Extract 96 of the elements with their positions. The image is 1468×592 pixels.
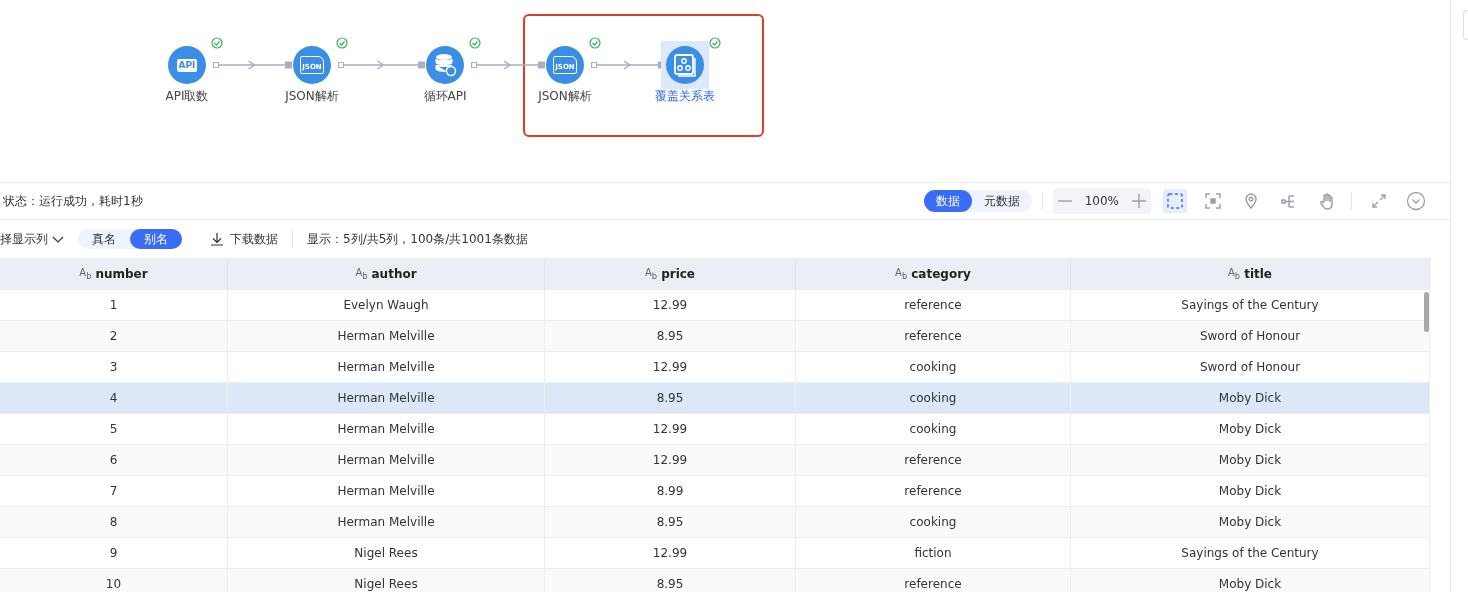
table-cell: cooking bbox=[796, 352, 1071, 382]
table-cell: 12.99 bbox=[545, 445, 796, 475]
node-label: JSON解析 bbox=[283, 88, 340, 105]
table-cell: 8.99 bbox=[545, 476, 796, 506]
table-cell: Sword of Honour bbox=[1071, 352, 1430, 382]
table-row[interactable]: 8 Herman Melville 8.95 cooking Moby Dick bbox=[0, 507, 1430, 538]
column-picker-dropdown[interactable]: 择显示列 bbox=[0, 230, 64, 248]
table-cell: Herman Melville bbox=[228, 321, 545, 351]
table-row[interactable]: 5 Herman Melville 12.99 cooking Moby Dick bbox=[0, 414, 1430, 445]
table-cell: 10 bbox=[0, 569, 228, 592]
table-cell: Nigel Rees bbox=[228, 569, 545, 592]
table-row[interactable]: 6 Herman Melville 12.99 reference Moby Dick bbox=[0, 445, 1430, 476]
table-cell: 12.99 bbox=[545, 538, 796, 568]
table-cell: cooking bbox=[796, 414, 1071, 444]
table-cell: reference bbox=[796, 445, 1071, 475]
table-cell: Moby Dick bbox=[1071, 507, 1430, 537]
table-cell: reference bbox=[796, 290, 1071, 320]
table-cell: Moby Dick bbox=[1071, 445, 1430, 475]
column-name: number bbox=[95, 267, 148, 281]
table-cell: Herman Melville bbox=[228, 383, 545, 413]
table-cell: 8.95 bbox=[545, 321, 796, 351]
table-cell: 12.99 bbox=[545, 352, 796, 382]
table-row[interactable]: 3 Herman Melville 12.99 cooking Sword of Honour bbox=[0, 352, 1430, 383]
table-row[interactable]: 4 Herman Melville 8.95 cooking Moby Dick bbox=[0, 383, 1430, 414]
table-cell: reference bbox=[796, 321, 1071, 351]
table-cell: cooking bbox=[796, 383, 1071, 413]
column-name: title bbox=[1244, 267, 1272, 281]
table-cell: Moby Dick bbox=[1071, 383, 1430, 413]
scrollbar-thumb[interactable] bbox=[1424, 292, 1429, 332]
flow-node[interactable] bbox=[661, 41, 709, 89]
fullscreen-icon[interactable] bbox=[1370, 192, 1388, 210]
fit-icon bbox=[1204, 192, 1222, 210]
table-cell: 8 bbox=[0, 507, 228, 537]
table-cell: Herman Melville bbox=[228, 445, 545, 475]
table-row[interactable]: 7 Herman Melville 8.99 reference Moby Dick bbox=[0, 476, 1430, 507]
table-cell: Sayings of the Century bbox=[1071, 538, 1430, 568]
node-label: 覆盖关系表 bbox=[654, 88, 716, 105]
text-type-icon: A$_{b}$ bbox=[355, 267, 368, 281]
api-icon: API bbox=[176, 58, 198, 72]
text-type-icon: A$_{b}$ bbox=[645, 267, 658, 281]
collapse-chevron-icon[interactable] bbox=[1406, 191, 1426, 211]
table-cell: 3 bbox=[0, 352, 228, 382]
table-cell: Herman Melville bbox=[228, 507, 545, 537]
table-cell: 8.95 bbox=[545, 383, 796, 413]
locate-icon bbox=[1242, 192, 1260, 210]
text-type-icon: A$_{b}$ bbox=[1228, 267, 1241, 281]
view-tab[interactable]: 数据 bbox=[923, 190, 972, 212]
column-name: price bbox=[661, 267, 695, 281]
table-cell: 8.95 bbox=[545, 569, 796, 592]
node-label: API取数 bbox=[164, 88, 210, 105]
box-select-tool[interactable] bbox=[1163, 189, 1187, 213]
table-cell: reference bbox=[796, 476, 1071, 506]
name-mode-tab[interactable]: 真名 bbox=[78, 229, 130, 249]
table-cell: Herman Melville bbox=[228, 414, 545, 444]
table-cell: 12.99 bbox=[545, 414, 796, 444]
table-cell: 5 bbox=[0, 414, 228, 444]
table-row[interactable]: 10 Nigel Rees 8.95 reference Moby Dick bbox=[0, 569, 1430, 592]
table-row[interactable]: 2 Herman Melville 8.95 reference Sword of Honour bbox=[0, 321, 1430, 352]
zoom-level: 100% bbox=[1084, 194, 1119, 208]
summary-text: 显示：5列/共5列，100条/共1001条数据 bbox=[307, 230, 528, 248]
table-cell: fiction bbox=[796, 538, 1071, 568]
text-type-icon: A$_{b}$ bbox=[895, 267, 908, 281]
table-cell: Herman Melville bbox=[228, 476, 545, 506]
zoom-in-icon[interactable] bbox=[1131, 193, 1147, 209]
table-cell: reference bbox=[796, 569, 1071, 592]
text-type-icon: A$_{b}$ bbox=[79, 267, 92, 281]
view-tab[interactable]: 元数据 bbox=[971, 190, 1032, 212]
node-label: JSON解析 bbox=[536, 88, 593, 105]
table-row[interactable]: 1 Evelyn Waugh 12.99 reference Sayings of the Century bbox=[0, 290, 1430, 321]
run-status-text: 状态：运行成功，耗时1秒 bbox=[3, 192, 143, 210]
table-cell: Moby Dick bbox=[1071, 569, 1430, 592]
table-cell: 9 bbox=[0, 538, 228, 568]
name-mode-tab[interactable]: 别名 bbox=[130, 229, 182, 249]
download-icon bbox=[210, 232, 224, 246]
table-cell: 7 bbox=[0, 476, 228, 506]
node-label: 循环API bbox=[422, 88, 468, 105]
column-name: author bbox=[371, 267, 417, 281]
table-cell: 4 bbox=[0, 383, 228, 413]
table-cell: Herman Melville bbox=[228, 352, 545, 382]
table-cell: 6 bbox=[0, 445, 228, 475]
table-cell: cooking bbox=[796, 507, 1071, 537]
database-icon bbox=[432, 52, 458, 78]
table-cell: Moby Dick bbox=[1071, 414, 1430, 444]
table-cell: Evelyn Waugh bbox=[228, 290, 545, 320]
table-cell: 8.95 bbox=[545, 507, 796, 537]
table-cell: 1 bbox=[0, 290, 228, 320]
table-row[interactable]: 9 Nigel Rees 12.99 fiction Sayings of the Century bbox=[0, 538, 1430, 569]
column-name: category bbox=[911, 267, 971, 281]
table-cell: 12.99 bbox=[545, 290, 796, 320]
table-cell: 2 bbox=[0, 321, 228, 351]
hand-icon bbox=[1318, 192, 1336, 210]
table-cell: Nigel Rees bbox=[228, 538, 545, 568]
chart-document-icon bbox=[672, 52, 698, 78]
table-cell: Moby Dick bbox=[1071, 476, 1430, 506]
select-icon bbox=[1166, 192, 1184, 210]
download-button[interactable]: 下载数据 bbox=[196, 230, 278, 248]
